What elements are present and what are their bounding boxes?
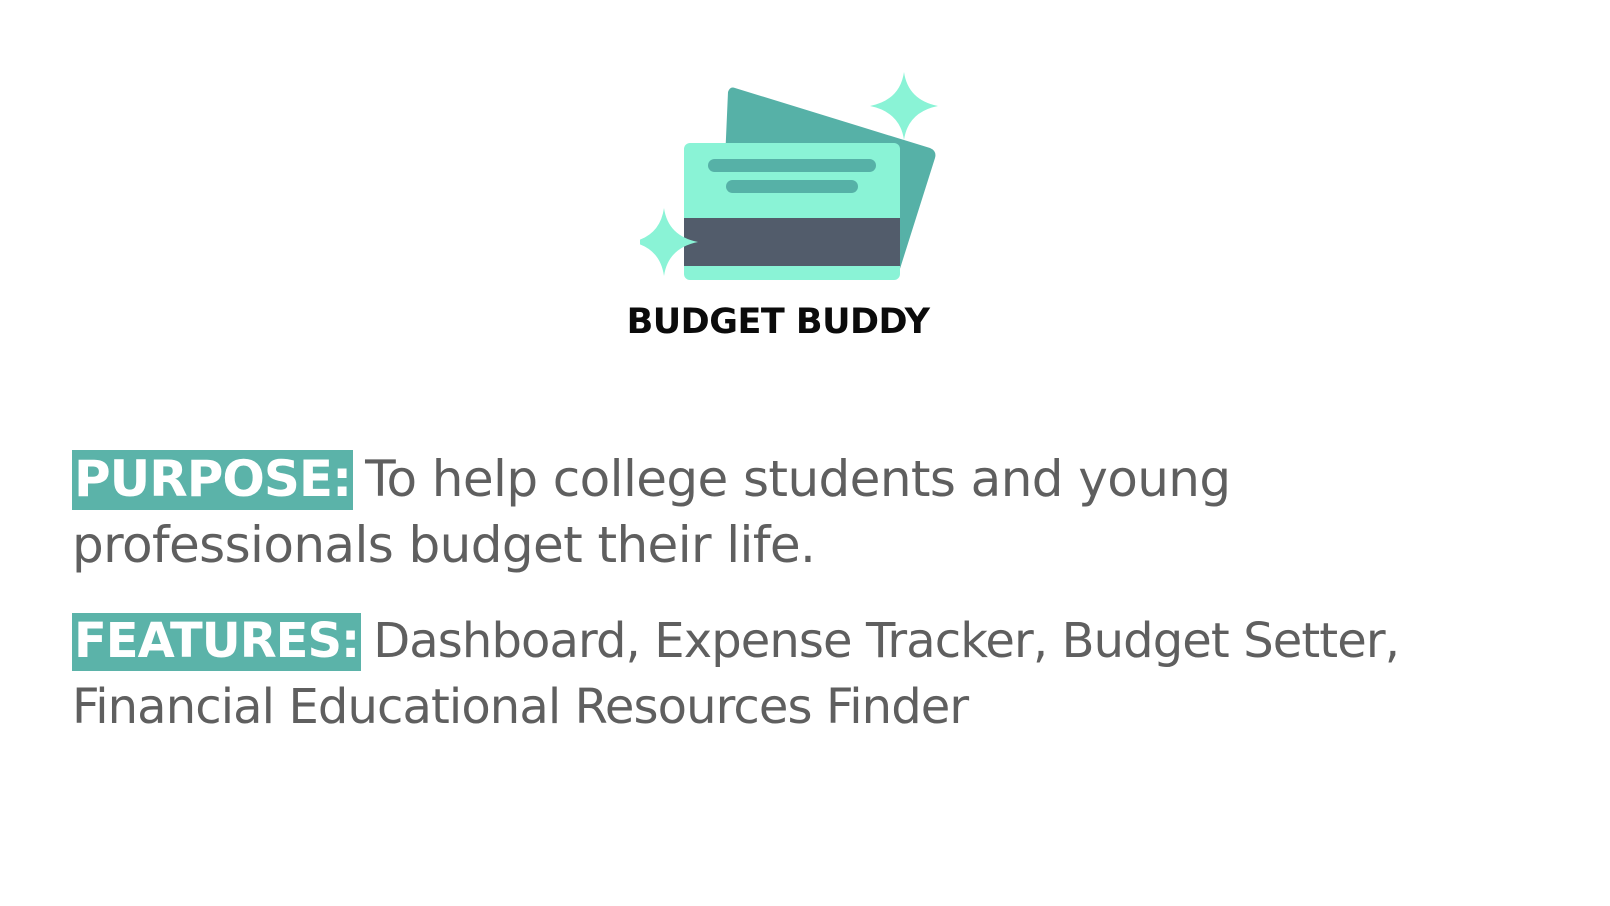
slide-content: PURPOSE: To help college students and you… <box>72 446 1552 770</box>
credit-cards-sparkle-icon <box>640 72 938 280</box>
purpose-paragraph: PURPOSE: To help college students and you… <box>72 446 1552 578</box>
purpose-label: PURPOSE: <box>72 450 354 510</box>
features-paragraph: FEATURES: Dashboard, Expense Tracker, Bud… <box>72 608 1552 740</box>
brand-logo: BUDGET BUDDY <box>627 70 970 360</box>
features-label: FEATURES: <box>72 613 362 671</box>
brand-name: BUDGET BUDDY <box>626 302 930 342</box>
